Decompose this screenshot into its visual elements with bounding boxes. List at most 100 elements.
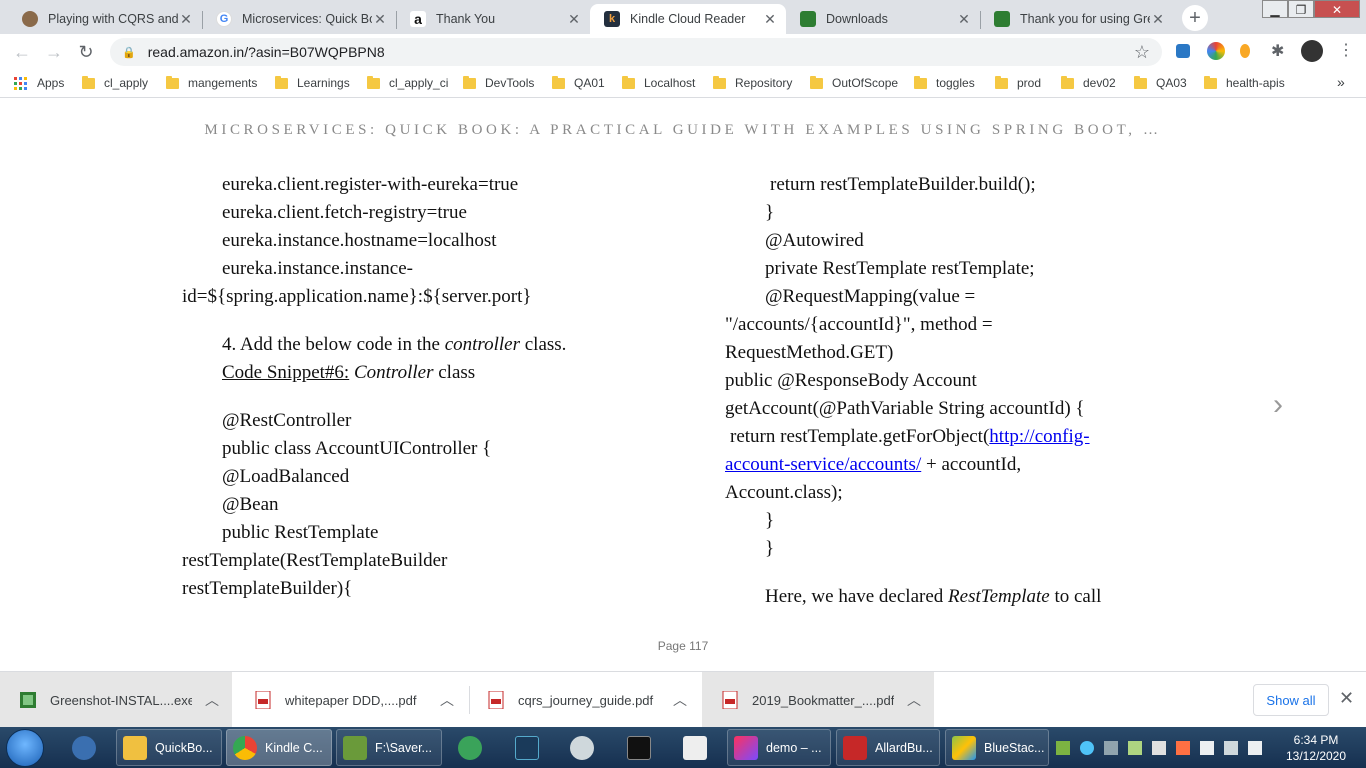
close-tab-icon[interactable]: ✕: [566, 11, 582, 28]
chevron-up-icon[interactable]: ︿: [894, 690, 934, 710]
tab-microservices[interactable]: G Microservices: Quick Boo ✕: [202, 4, 396, 34]
snippet-label: Code Snippet#6:: [222, 362, 350, 383]
close-tab-icon[interactable]: ✕: [372, 11, 388, 28]
close-window-icon[interactable]: ✕: [1314, 0, 1360, 18]
show-all-downloads-button[interactable]: Show all: [1253, 684, 1329, 716]
bookmark-star-icon[interactable]: ☆: [1134, 42, 1150, 63]
taskbar-item-demo[interactable]: demo – ...: [727, 729, 831, 766]
shield-icon[interactable]: [1104, 741, 1118, 755]
taskbar-item-saver[interactable]: F:\Saver...: [336, 729, 442, 766]
config-service-link[interactable]: http://config-: [989, 426, 1089, 447]
pinned-app-icon[interactable]: [560, 729, 604, 766]
bookmark-prod[interactable]: prod: [995, 75, 1041, 90]
color-picker-extension-icon[interactable]: [1207, 42, 1225, 60]
bookmark-localhost[interactable]: Localhost: [622, 75, 695, 90]
bookmarks-overflow-icon[interactable]: »: [1337, 74, 1345, 90]
pinned-app-icon[interactable]: [62, 729, 106, 766]
pinned-app-icon[interactable]: [617, 729, 661, 766]
taskbar-item-bluestacks[interactable]: BlueStac...: [945, 729, 1049, 766]
taskbar-item-quickbook[interactable]: QuickBo...: [116, 729, 222, 766]
download-item[interactable]: cqrs_journey_guide.pdf ︿: [468, 672, 700, 728]
display-icon[interactable]: [1224, 741, 1238, 755]
tray-app-icon[interactable]: [1056, 741, 1070, 755]
browser-toolbar: ← → ↻ 🔒 read.amazon.in/?asin=B07WQPBPN8 …: [0, 34, 1366, 70]
back-icon[interactable]: ←: [10, 41, 34, 63]
tab-strip: Playing with CQRS and E ✕ G Microservice…: [0, 0, 1366, 34]
bookmark-toggles[interactable]: toggles: [914, 75, 975, 90]
code-line: public @ResponseBody Account: [725, 370, 977, 391]
chevron-up-icon[interactable]: ︿: [192, 690, 232, 710]
maximize-icon[interactable]: ❐: [1288, 0, 1314, 18]
close-tab-icon[interactable]: ✕: [1150, 11, 1166, 28]
menu-kebab-icon[interactable]: ⋮: [1338, 40, 1356, 59]
lock-icon: 🔒: [122, 46, 136, 59]
close-tab-icon[interactable]: ✕: [178, 11, 194, 28]
tab-downloads[interactable]: Downloads ✕: [786, 4, 980, 34]
code-line: Account.class);: [725, 482, 843, 503]
pinned-app-icon[interactable]: [673, 729, 717, 766]
pinned-app-icon[interactable]: [448, 729, 492, 766]
tray-app-icon[interactable]: [1176, 741, 1190, 755]
tray-app-icon[interactable]: [1128, 741, 1142, 755]
bookmark-devtools[interactable]: DevTools: [463, 75, 534, 90]
download-item[interactable]: whitepaper DDD,....pdf ︿: [235, 672, 467, 728]
bookmark-dev02[interactable]: dev02: [1061, 75, 1116, 90]
chevron-up-icon[interactable]: ︿: [660, 690, 700, 710]
network-icon[interactable]: [1152, 741, 1166, 755]
next-page-arrow-icon[interactable]: ›: [1273, 388, 1283, 422]
taskbar-item-kindle[interactable]: Kindle C...: [226, 729, 332, 766]
code-line: account-service/accounts/ + accountId,: [725, 451, 1205, 479]
taskbar-clock[interactable]: 6:34 PM 13/12/2020: [1282, 732, 1350, 764]
puzzle-extensions-icon[interactable]: ✱: [1271, 41, 1289, 60]
reload-icon[interactable]: ↻: [74, 41, 98, 63]
flag-icon[interactable]: [1200, 741, 1214, 755]
config-service-link[interactable]: account-service/accounts/: [725, 454, 921, 475]
code-line: private RestTemplate restTemplate;: [765, 258, 1035, 279]
tab-greenshot-thanks[interactable]: Thank you for using Gre ✕: [980, 4, 1174, 34]
close-tab-icon[interactable]: ✕: [762, 11, 778, 28]
address-bar[interactable]: 🔒 read.amazon.in/?asin=B07WQPBPN8 ☆: [110, 38, 1162, 66]
extension-icon[interactable]: [1240, 44, 1250, 58]
bookmark-mangements[interactable]: mangements: [166, 75, 257, 90]
bookmark-learnings[interactable]: Learnings: [275, 75, 350, 90]
bookmark-label: Repository: [735, 76, 793, 90]
download-filename: whitepaper DDD,....pdf: [285, 692, 417, 708]
pinned-app-icon[interactable]: [505, 729, 549, 766]
bookmark-qa03[interactable]: QA03: [1134, 75, 1187, 90]
close-tab-icon[interactable]: ✕: [956, 11, 972, 28]
download-item[interactable]: 2019_Bookmatter_....pdf ︿: [702, 672, 934, 728]
code-line: public RestTemplate: [222, 522, 379, 543]
pdf-icon: [255, 691, 271, 709]
page-number: Page 117: [657, 639, 709, 653]
text-line: eureka.client.register-with-eureka=true: [222, 174, 519, 195]
chevron-up-icon[interactable]: ︿: [427, 690, 467, 710]
profile-avatar[interactable]: [1301, 40, 1323, 62]
kindle-reader-page: MICROSERVICES: QUICK BOOK: A PRACTICAL G…: [0, 98, 1366, 671]
minimize-icon[interactable]: ▁: [1262, 0, 1288, 18]
bookmark-qa01[interactable]: QA01: [552, 75, 605, 90]
code-line: "/accounts/{accountId}", method =: [725, 314, 993, 335]
bookmark-repository[interactable]: Repository: [713, 75, 793, 90]
app-icon: [72, 735, 96, 760]
tray-app-icon[interactable]: [1080, 741, 1094, 755]
taskbar-item-allardbu[interactable]: AllardBu...: [836, 729, 940, 766]
forward-icon[interactable]: →: [42, 41, 66, 63]
tab-cqrs[interactable]: Playing with CQRS and E ✕: [8, 4, 202, 34]
bookmark-cl-apply[interactable]: cl_apply: [82, 75, 148, 90]
download-item[interactable]: Greenshot-INSTAL....exe ︿: [0, 672, 232, 728]
volume-icon[interactable]: [1248, 741, 1262, 755]
text-span: return restTemplate.getForObject(: [730, 426, 990, 447]
pen-extension-icon[interactable]: [1176, 44, 1190, 58]
text-span: class.: [519, 334, 567, 355]
start-button-icon[interactable]: [6, 729, 44, 767]
bookmark-outofscope[interactable]: OutOfScope: [810, 75, 898, 90]
tab-title: Downloads: [826, 12, 888, 26]
tab-kindle-cloud-reader[interactable]: k Kindle Cloud Reader ✕: [590, 4, 786, 34]
new-tab-button[interactable]: +: [1182, 5, 1208, 31]
chrome-icon: [233, 735, 257, 760]
bookmark-health-apis[interactable]: health-apis: [1204, 75, 1285, 90]
bookmark-cl-apply-ci[interactable]: cl_apply_ci: [367, 75, 448, 90]
tab-thank-you[interactable]: a Thank You ✕: [396, 4, 590, 34]
close-downloads-icon[interactable]: ✕: [1339, 688, 1354, 709]
apps-shortcut[interactable]: Apps: [14, 76, 64, 90]
